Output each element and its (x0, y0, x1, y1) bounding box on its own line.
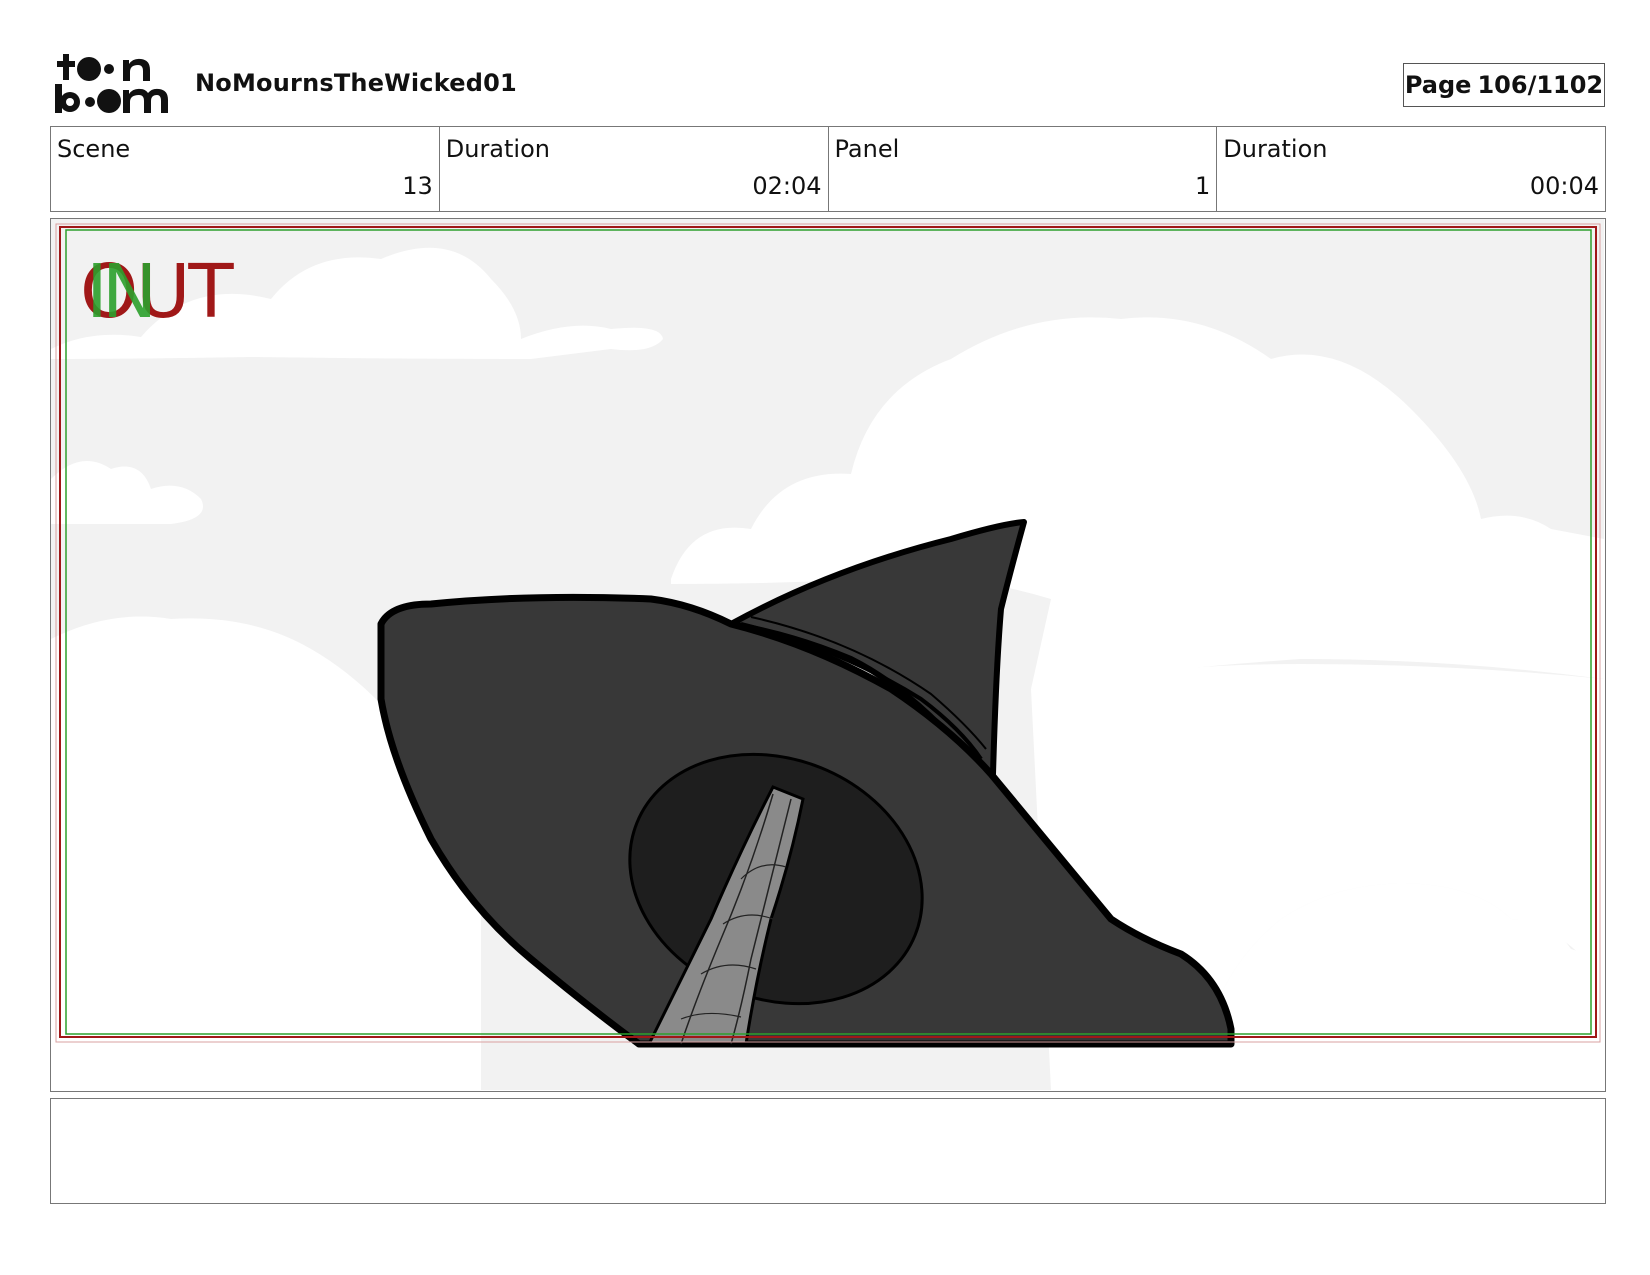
scene-duration-cell: Duration 02:04 (440, 127, 829, 211)
in-label: IN (86, 249, 157, 335)
panel-cell: Panel 1 (829, 127, 1218, 211)
page-number: 106/1102 (1477, 71, 1604, 99)
scene-duration-label: Duration (445, 135, 550, 163)
panel-duration-label: Duration (1223, 135, 1328, 163)
panel-duration-value: 00:04 (1529, 172, 1599, 200)
panel-notes-box (50, 1098, 1606, 1204)
toon-boom-logo (55, 54, 168, 113)
scene-label: Scene (57, 135, 131, 163)
project-title: NoMournsTheWicked01 (195, 69, 517, 97)
page-label: Page (1404, 71, 1472, 99)
scene-value: 13 (402, 172, 433, 200)
panel-duration-cell: Duration 00:04 (1217, 127, 1605, 211)
page-indicator: Page 106/1102 (1403, 63, 1605, 107)
panel-label: Panel (834, 135, 900, 163)
scene-cell: Scene 13 (51, 127, 440, 211)
scene-info-table: Scene 13 Duration 02:04 Panel 1 Duration… (50, 126, 1606, 212)
storyboard-panel (50, 218, 1606, 1092)
panel-drawing (51, 219, 1604, 1090)
panel-value: 1 (1194, 172, 1211, 200)
scene-duration-value: 02:04 (752, 172, 822, 200)
